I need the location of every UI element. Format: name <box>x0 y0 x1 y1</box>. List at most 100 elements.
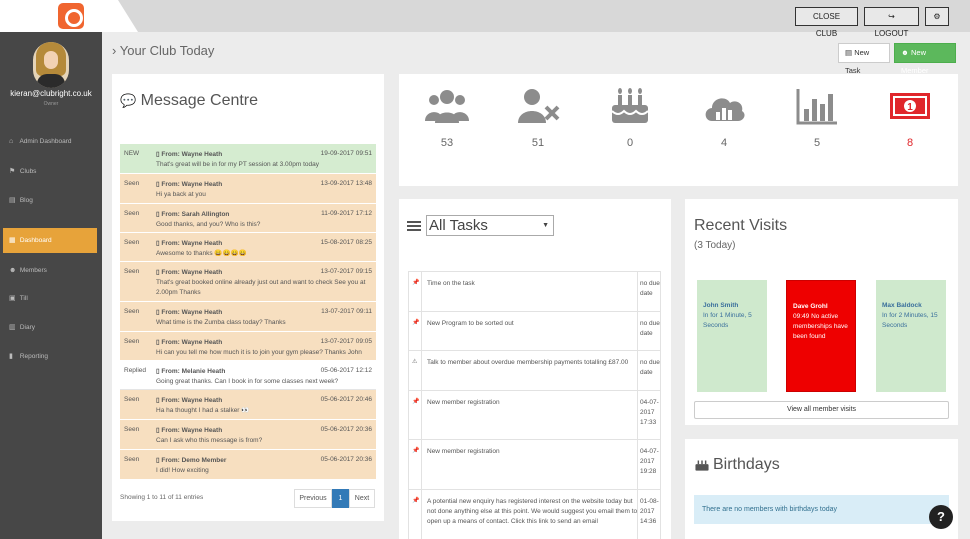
birthdays-title: Birthdays <box>713 456 780 473</box>
cloud-upload-icon[interactable] <box>702 87 746 125</box>
message-from: ▯ From: Wayne Heath <box>156 151 223 158</box>
visit-card-dave-grohl[interactable]: Dave Grohl 09:49 No active memberships h… <box>786 280 856 392</box>
recent-visits-count: (3 Today) <box>694 240 736 251</box>
task-text: New member registration <box>427 399 500 406</box>
new-task-button[interactable]: ▤ New Task <box>838 43 890 75</box>
previous-page-button[interactable]: Previous <box>294 489 332 508</box>
sidebar-item-till[interactable]: ▣ Till <box>3 286 97 311</box>
visit-card-john-smith[interactable]: John Smith In for 1 Minute, 5 Seconds <box>697 280 767 392</box>
clubright-logo-icon[interactable] <box>58 3 84 29</box>
new-member-button[interactable]: ☻ New Member <box>894 43 956 75</box>
message-row[interactable]: Replied ▯ From: Melanie Heath 05-06-2017 1… <box>120 361 376 390</box>
sidebar-item-label: Till <box>19 295 28 302</box>
message-row[interactable]: Seen ▯ From: Wayne Heath 05-06-2017 20:36 C… <box>120 420 376 450</box>
visit-name: Dave Grohl <box>793 303 828 310</box>
pin-icon: 📌 <box>412 498 420 504</box>
logout-button[interactable]: ↪ LOGOUT <box>864 7 919 38</box>
chart-icon: ▮ <box>9 353 13 360</box>
task-due-date: 04-07-2017 17:33 <box>640 399 659 426</box>
message-status: Seen <box>124 180 140 187</box>
message-text: Awesome to thanks 😄😄😄😄 <box>156 250 247 257</box>
task-row[interactable]: 📌 A potential new enquiry has registered … <box>408 489 661 539</box>
sidebar-item-label: Clubs <box>19 168 37 175</box>
view-all-visits-button[interactable]: View all member visits <box>694 401 949 419</box>
sidebar-item-clubs[interactable]: ⚑ Clubs <box>3 159 97 184</box>
message-text: That's great booked online already just … <box>156 279 366 296</box>
help-button[interactable]: ? <box>929 505 953 529</box>
birthday-cake-icon[interactable] <box>608 87 652 125</box>
message-status: Seen <box>124 426 140 433</box>
task-row[interactable]: 📌 New member registration 04-07-2017 19:28 <box>408 439 661 489</box>
bar-chart-icon[interactable] <box>795 87 839 125</box>
message-row[interactable]: Seen ▯ From: Wayne Heath 15-08-2017 08:25 A… <box>120 233 376 262</box>
visit-detail: 09:49 No active memberships have been fo… <box>793 313 848 340</box>
user-email: kieran@clubright.co.uk <box>10 89 92 98</box>
svg-text:1: 1 <box>907 102 913 113</box>
message-row[interactable]: Seen ▯ From: Wayne Heath 13-07-2017 09:05 H… <box>120 332 376 361</box>
settings-button[interactable]: ⚙ <box>925 7 949 26</box>
task-row[interactable]: ⚠ Talk to member about overdue membership… <box>408 350 661 390</box>
task-filter-select[interactable]: All Tasks ▼ <box>426 215 554 236</box>
sidebar-item-members[interactable]: ☻ Members <box>3 258 97 283</box>
close-club-button[interactable]: CLOSE CLUB <box>795 7 858 38</box>
sidebar-item-admin-dashboard[interactable]: ⌂ Admin Dashboard <box>3 129 97 154</box>
message-from: ▯ From: Sarah Allington <box>156 211 230 218</box>
recent-visits-title: Recent Visits <box>694 217 788 234</box>
message-status: NEW <box>124 150 140 157</box>
home-icon: ⌂ <box>9 138 14 145</box>
stat-visits-value: 4 <box>720 137 728 149</box>
page-1-button[interactable]: 1 <box>332 489 349 508</box>
visit-name: John Smith <box>703 302 739 309</box>
message-date: 05-06-2017 20:46 <box>320 396 372 403</box>
page-title: › Your Club Today <box>112 43 214 58</box>
message-status: Replied <box>124 367 147 374</box>
message-row[interactable]: Seen ▯ From: Wayne Heath 13-07-2017 09:15 T… <box>120 262 376 302</box>
message-row[interactable]: Seen ▯ From: Wayne Heath 13-07-2017 09:11 W… <box>120 302 376 332</box>
next-page-button[interactable]: Next <box>349 489 375 508</box>
message-text: Hi ya back at you <box>156 191 206 198</box>
task-row[interactable]: 📌 New member registration 04-07-2017 17:33 <box>408 390 661 439</box>
birthdays-panel: Birthdays There are no members with birt… <box>685 439 958 539</box>
message-row[interactable]: Seen ▯ From: Demo Member 05-06-2017 20:36 I… <box>120 450 376 480</box>
message-text: That's great will be in for my PT sessio… <box>156 161 319 168</box>
message-text: Good thanks, and you? Who is this? <box>156 221 261 228</box>
sidebar-item-reporting[interactable]: ▮ Reporting <box>3 344 97 369</box>
sidebar-item-label: Members <box>19 267 47 274</box>
members-group-icon[interactable] <box>425 87 469 125</box>
money-icon[interactable]: 1 <box>888 87 932 125</box>
message-row[interactable]: NEW ▯ From: Wayne Heath 19-09-2017 09:51 Th… <box>120 144 376 174</box>
message-row[interactable]: Seen ▯ From: Wayne Heath 05-06-2017 20:46 H… <box>120 390 376 420</box>
message-row[interactable]: Seen ▯ From: Wayne Heath 13-09-2017 13:48 H… <box>120 174 376 204</box>
sidebar-item-diary[interactable]: ▥ Diary <box>3 315 97 340</box>
logout-label: LOGOUT <box>874 29 909 38</box>
stat-payments-value: 8 <box>906 137 914 149</box>
message-centre-panel: 💬 Message Centre NEW ▯ From: Wayne Heath 1… <box>112 74 384 521</box>
members-icon: ☻ <box>9 267 17 274</box>
task-row[interactable]: 📌 New Program to be sorted out no due date <box>408 311 661 350</box>
message-from: ▯ From: Wayne Heath <box>156 309 223 316</box>
message-date: 13-09-2017 13:48 <box>320 180 372 187</box>
task-text: New member registration <box>427 448 500 455</box>
message-status: Seen <box>124 239 140 246</box>
message-status: Seen <box>124 210 140 217</box>
task-row[interactable]: 📌 Time on the task no due date <box>408 271 661 311</box>
message-date: 13-07-2017 09:11 <box>321 308 372 315</box>
stat-members-value: 53 <box>440 137 454 149</box>
calendar-icon: ▥ <box>9 324 16 331</box>
pin-icon: 📌 <box>412 320 420 326</box>
avatar[interactable] <box>33 42 69 88</box>
message-row[interactable]: Seen ▯ From: Sarah Allington 11-09-2017 17… <box>120 204 376 233</box>
message-status: Seen <box>124 308 140 315</box>
birthdays-empty-message: There are no members with birthdays toda… <box>694 495 949 524</box>
member-remove-icon[interactable] <box>516 87 560 125</box>
tasks-list-icon <box>407 221 421 233</box>
message-date: 05-06-2017 20:36 <box>320 426 372 433</box>
till-icon: ▣ <box>9 295 16 302</box>
sidebar-item-dashboard[interactable]: ▦ Dashboard <box>3 228 97 253</box>
message-date: 05-06-2017 12:12 <box>320 367 372 374</box>
visit-card-max-baldock[interactable]: Max Baldock In for 2 Minutes, 15 Seconds <box>876 280 946 392</box>
task-due-date: no due date <box>640 320 660 337</box>
sidebar-item-blog[interactable]: ▤ Blog <box>3 188 97 213</box>
stat-reports-value: 5 <box>813 137 821 149</box>
comments-icon: 💬 <box>120 93 137 108</box>
